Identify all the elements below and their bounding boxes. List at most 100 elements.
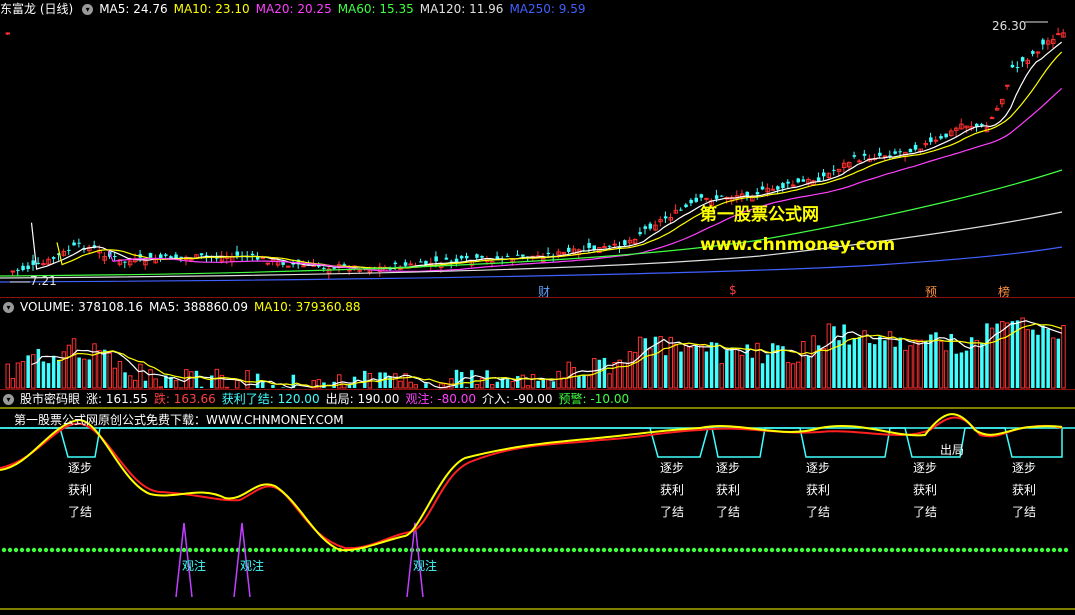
signal-text-1: 逐步: [660, 461, 685, 475]
warning-dot: [265, 547, 271, 553]
volume-bar: [10, 377, 16, 389]
volume-bar: [893, 346, 897, 388]
volume-bar: [683, 344, 689, 389]
warning-dot: [595, 547, 601, 553]
warning-dot: [313, 547, 319, 553]
candle-body: [419, 261, 423, 263]
warning-dot: [127, 547, 133, 553]
signal-text-3: 了结: [68, 505, 93, 519]
volume-chart[interactable]: [0, 298, 1075, 389]
volume-bar: [408, 381, 413, 389]
warning-dot: [79, 547, 85, 553]
warning-dot: [685, 547, 691, 553]
warning-dot: [961, 547, 967, 553]
price-pane[interactable]: 东富龙 (日线) ▾ MA5: 24.76 MA10: 23.10 MA20: 20.2…: [0, 0, 1075, 299]
warning-dot: [1009, 547, 1015, 553]
warning-dot: [505, 547, 511, 553]
ma20-line: [107, 87, 1063, 272]
warning-dot: [205, 547, 211, 553]
volume-bar: [143, 380, 148, 388]
warning-dot: [955, 547, 961, 553]
warning-dot: [193, 547, 199, 553]
warning-dot: [817, 547, 823, 553]
warning-dot: [37, 547, 43, 553]
warning-dot: [385, 547, 391, 553]
candle-body: [908, 149, 913, 153]
volume-bar: [980, 343, 984, 388]
indicator-pane[interactable]: ▾ 股市密码眼 涨: 161.55 跌: 163.66 获利了结: 120.00 出局: …: [0, 390, 1075, 615]
signal-text-1: 逐步: [913, 461, 938, 475]
warning-dot: [967, 547, 973, 553]
volume-bar: [82, 358, 87, 389]
candle-body: [944, 133, 948, 138]
volume-bar: [704, 351, 709, 388]
volume-bar: [734, 348, 740, 389]
candle-body: [862, 153, 867, 156]
warning-dot: [379, 547, 385, 553]
volume-bar: [546, 379, 551, 389]
candle-body: [393, 262, 398, 265]
candlestick-chart[interactable]: [0, 0, 1075, 297]
volume-bar: [679, 351, 683, 388]
volume-pane[interactable]: ▾ VOLUME: 378108.16 MA5: 388860.09 MA10: 37…: [0, 298, 1075, 389]
volume-bar: [903, 349, 908, 389]
volume-bar: [66, 344, 72, 389]
warning-dot: [715, 547, 721, 553]
warning-dot: [553, 547, 559, 553]
warning-dot: [949, 547, 955, 553]
volume-bar: [261, 381, 265, 388]
volume-bar: [602, 357, 607, 388]
volume-bar: [852, 338, 857, 388]
warning-dot: [853, 547, 859, 553]
volume-bar: [158, 386, 163, 389]
volume-bar: [617, 359, 622, 389]
candle-body: [480, 255, 484, 258]
candle-body: [322, 267, 326, 269]
volume-bar: [97, 350, 102, 389]
signal-text-2: 获利: [660, 483, 685, 497]
candle-body: [403, 262, 408, 266]
candle-body: [332, 267, 336, 269]
warning-dot: [367, 547, 373, 553]
candle-body: [516, 254, 520, 256]
volume-bar: [974, 339, 979, 389]
candle-body: [1010, 64, 1015, 68]
warning-dot: [901, 547, 907, 553]
volume-bar: [15, 362, 21, 389]
warning-dot: [943, 547, 949, 553]
warning-dot: [271, 547, 277, 553]
warning-dot: [433, 547, 439, 553]
candle-body: [755, 192, 760, 195]
volume-bar: [1036, 334, 1040, 388]
volume-bar: [363, 370, 367, 388]
warning-dot: [151, 547, 157, 553]
warning-dot: [811, 547, 817, 553]
signal-text-3: 了结: [716, 505, 741, 519]
candle-body: [607, 245, 612, 247]
volume-bar: [41, 361, 46, 388]
warning-dot: [655, 547, 661, 553]
candle-body: [699, 194, 704, 198]
signal-watch: 观注: [413, 559, 438, 573]
volume-bar: [1046, 328, 1050, 388]
warning-dot: [163, 547, 169, 553]
candle-body: [342, 264, 347, 266]
warning-dot: [517, 547, 523, 553]
candle-body: [796, 178, 800, 183]
warning-dot: [85, 547, 91, 553]
signal-text-1: 逐步: [806, 461, 831, 475]
candle-body: [648, 223, 653, 229]
candle-body: [546, 252, 551, 254]
event-marker-dollar[interactable]: $: [729, 283, 737, 297]
candle-body: [250, 253, 255, 256]
warning-dot: [721, 547, 727, 553]
volume-bar: [964, 350, 969, 388]
volume-bar: [1031, 329, 1035, 388]
warning-dot: [757, 547, 763, 553]
volume-bar: [102, 349, 107, 388]
warning-dot: [931, 547, 937, 553]
warning-dot: [1015, 547, 1021, 553]
candle-body: [720, 195, 724, 197]
candle-body: [21, 265, 25, 271]
signal-text-2: 获利: [913, 483, 938, 497]
